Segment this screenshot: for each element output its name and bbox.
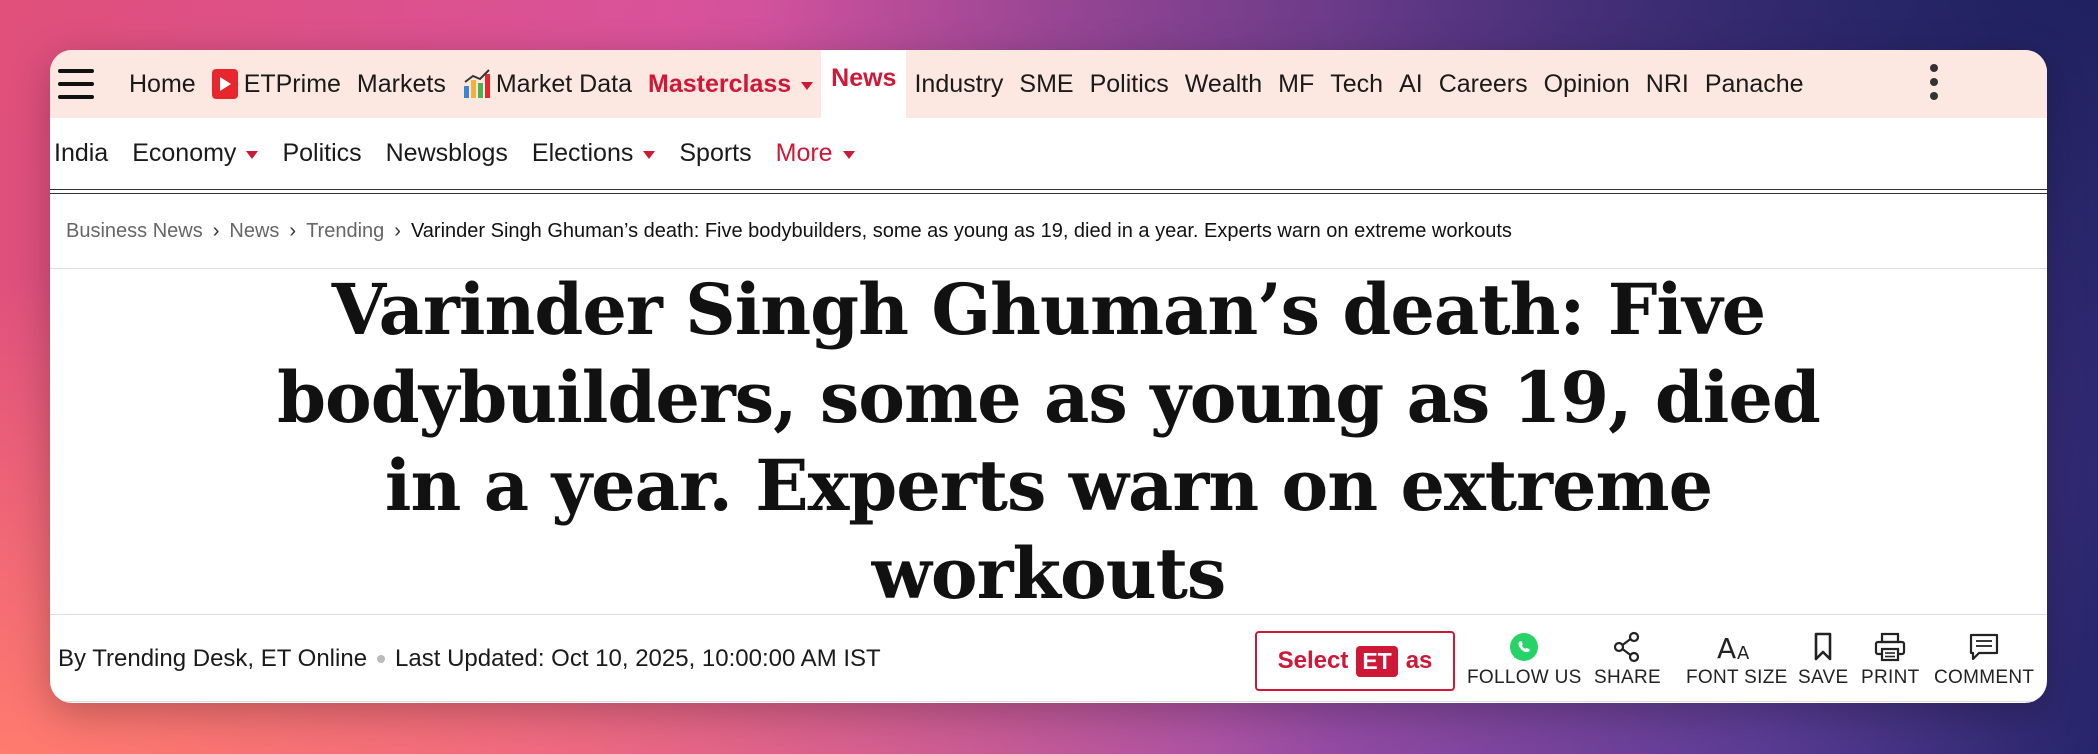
nav-wealth-label: Wealth — [1184, 69, 1263, 98]
nav-careers[interactable]: Careers — [1431, 50, 1536, 118]
article-headline: Varinder Singh Ghuman’s death: Five body… — [277, 267, 1821, 615]
print-button[interactable]: PRINT — [1861, 629, 1920, 689]
nav-masterclass[interactable]: Masterclass — [640, 50, 821, 118]
caret-down-icon — [643, 151, 656, 159]
hamburger-menu-icon[interactable] — [58, 69, 94, 99]
nav-sme-label: SME — [1019, 69, 1074, 98]
bookmark-icon — [1814, 632, 1832, 661]
nav-industry[interactable]: Industry — [906, 50, 1011, 118]
breadcrumb-current: Varinder Singh Ghuman’s death: Five body… — [410, 220, 1512, 242]
subnav-newsblogs[interactable]: Newsblogs — [374, 139, 520, 168]
subnav-economy[interactable]: Economy — [120, 139, 270, 168]
bar-chart-icon — [463, 69, 490, 98]
save-button[interactable]: SAVE — [1798, 629, 1848, 689]
subnav-sports[interactable]: Sports — [667, 139, 763, 168]
share-button[interactable]: SHARE — [1594, 629, 1661, 689]
section-navigation: India Economy Politics Newsblogs Electio… — [50, 118, 2047, 194]
nav-etprime[interactable]: ETPrime — [204, 50, 349, 118]
follow-us-button[interactable]: FOLLOW US — [1467, 629, 1582, 689]
subnav-elections[interactable]: Elections — [520, 139, 667, 168]
byline-bar: By Trending Desk, ET Online Last Updated… — [50, 614, 2047, 702]
breadcrumb-news[interactable]: News — [229, 220, 279, 243]
breadcrumb-separator: › — [289, 220, 297, 242]
font-size-label: FONT SIZE — [1686, 667, 1788, 688]
subnav-india-label: India — [54, 139, 109, 167]
print-label: PRINT — [1861, 667, 1920, 688]
nav-politics-label: Politics — [1089, 69, 1169, 98]
subnav-economy-label: Economy — [132, 139, 237, 167]
nav-home-label: Home — [129, 69, 196, 98]
nav-tech-label: Tech — [1330, 69, 1384, 98]
top-navigation: Home ETPrime Markets Market Data Masterc… — [50, 50, 2047, 118]
follow-us-label: FOLLOW US — [1467, 667, 1582, 688]
nav-news-label: News — [831, 64, 897, 92]
subnav-more[interactable]: More — [764, 139, 867, 168]
more-options-icon[interactable] — [1929, 64, 1939, 100]
nav-wealth[interactable]: Wealth — [1177, 50, 1270, 118]
comment-button[interactable]: COMMENT — [1934, 629, 2034, 689]
font-size-button[interactable]: A A FONT SIZE — [1686, 629, 1788, 689]
breadcrumb-separator: › — [212, 220, 220, 242]
printer-icon — [1875, 632, 1906, 662]
whatsapp-icon — [1510, 633, 1539, 661]
subnav-elections-label: Elections — [531, 139, 634, 167]
byline-author: By Trending Desk, ET Online — [58, 644, 368, 672]
share-icon — [1614, 631, 1640, 663]
nav-masterclass-label: Masterclass — [648, 69, 792, 98]
separator-dot — [377, 654, 386, 663]
caret-down-icon — [801, 81, 814, 90]
nav-nri-label: NRI — [1645, 69, 1689, 98]
subnav-politics-label: Politics — [282, 139, 362, 167]
nav-opinion[interactable]: Opinion — [1536, 50, 1638, 118]
subnav-more-label: More — [775, 139, 833, 167]
nav-market-data[interactable]: Market Data — [454, 50, 640, 118]
et-badge: ET — [1356, 645, 1398, 677]
subnav-politics[interactable]: Politics — [270, 139, 373, 168]
breadcrumb-business-news[interactable]: Business News — [66, 220, 203, 243]
nav-tech[interactable]: Tech — [1322, 50, 1391, 118]
article-page: Home ETPrime Markets Market Data Masterc… — [50, 50, 2047, 703]
nav-panache[interactable]: Panache — [1697, 50, 1812, 118]
select-et-prefix: Select — [1277, 647, 1349, 674]
svg-text:A: A — [1717, 632, 1736, 663]
nav-nri[interactable]: NRI — [1638, 50, 1697, 118]
last-updated: Last Updated: Oct 10, 2025, 10:00:00 AM … — [395, 644, 881, 672]
breadcrumb: Business News › News › Trending › Varind… — [50, 195, 2047, 269]
nav-opinion-label: Opinion — [1543, 69, 1630, 98]
nav-ai-label: AI — [1399, 69, 1423, 98]
nav-markets-label: Markets — [356, 69, 446, 98]
svg-text:A: A — [1737, 643, 1750, 663]
nav-mf[interactable]: MF — [1270, 50, 1322, 118]
caret-down-icon — [842, 151, 855, 159]
divider — [50, 701, 2047, 702]
share-label: SHARE — [1594, 667, 1661, 688]
subnav-newsblogs-label: Newsblogs — [385, 139, 508, 167]
nav-industry-label: Industry — [914, 69, 1004, 98]
nav-news[interactable]: News — [821, 50, 907, 118]
save-label: SAVE — [1798, 667, 1849, 688]
nav-panache-label: Panache — [1704, 69, 1804, 98]
caret-down-icon — [246, 151, 259, 159]
etprime-play-icon — [211, 69, 238, 99]
nav-careers-label: Careers — [1438, 69, 1528, 98]
select-et-suffix: as — [1405, 647, 1433, 674]
comment-icon — [1970, 633, 1999, 661]
headline-section: Varinder Singh Ghuman’s death: Five body… — [50, 268, 2047, 615]
breadcrumb-trending[interactable]: Trending — [306, 220, 384, 243]
nav-sme[interactable]: SME — [1011, 50, 1081, 118]
subnav-india[interactable]: India — [50, 139, 120, 168]
nav-ai[interactable]: AI — [1391, 50, 1431, 118]
subnav-sports-label: Sports — [679, 139, 752, 167]
nav-etprime-label: ETPrime — [243, 69, 341, 98]
comment-label: COMMENT — [1934, 667, 2035, 688]
nav-home[interactable]: Home — [121, 50, 204, 118]
nav-markets[interactable]: Markets — [349, 50, 454, 118]
select-et-as-source-button[interactable]: Select ET as — [1255, 631, 1455, 691]
nav-market-data-label: Market Data — [495, 69, 632, 98]
breadcrumb-separator: › — [394, 220, 401, 242]
font-size-icon: A A — [1717, 632, 1750, 663]
nav-mf-label: MF — [1278, 69, 1315, 98]
nav-politics[interactable]: Politics — [1082, 50, 1177, 118]
